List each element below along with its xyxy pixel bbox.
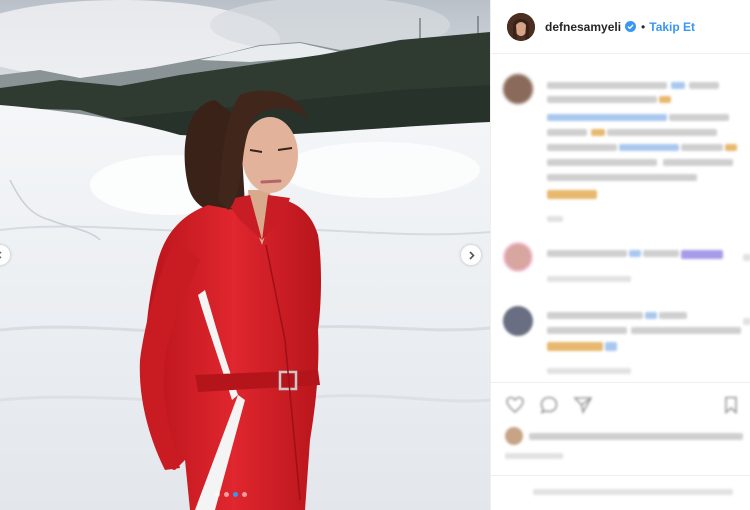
redacted-timestamp — [505, 453, 563, 459]
redacted-text — [663, 159, 733, 166]
redacted-timestamp — [547, 368, 631, 374]
redacted-emoji — [547, 342, 603, 351]
heart-icon[interactable] — [505, 395, 525, 415]
redacted-text — [547, 174, 697, 181]
snow-landscape-image — [0, 0, 490, 510]
redacted-username — [547, 312, 643, 319]
header-separator: • — [641, 19, 646, 34]
share-icon[interactable] — [573, 395, 593, 415]
commenter-avatar[interactable] — [503, 306, 533, 336]
redacted-emoji — [605, 342, 617, 351]
redacted-text — [669, 114, 729, 121]
redacted-text — [659, 312, 687, 319]
redacted-username — [547, 82, 667, 89]
chevron-right-icon — [468, 250, 475, 260]
chevron-left-icon — [0, 251, 2, 259]
post-photo[interactable] — [0, 0, 490, 510]
redacted-emoji — [725, 144, 737, 151]
carousel-dot — [215, 492, 220, 497]
redacted-text — [643, 250, 679, 257]
carousel-indicator — [215, 492, 247, 497]
redacted-text — [645, 312, 657, 319]
redacted-emoji — [681, 250, 723, 259]
carousel-dot — [233, 492, 238, 497]
redacted-text — [547, 144, 617, 151]
commenter-avatar[interactable] — [503, 242, 533, 272]
comment-icon[interactable] — [539, 395, 559, 415]
profile-photo-image — [507, 12, 535, 41]
redacted-text — [547, 327, 627, 334]
follow-button[interactable]: Takip Et — [649, 20, 695, 34]
redacted-text — [547, 96, 657, 103]
verified-badge-icon — [625, 21, 637, 32]
comment-item — [503, 74, 748, 234]
username-link[interactable]: defnesamyeli — [545, 20, 621, 34]
post-header: defnesamyeli • Takip Et — [491, 0, 750, 54]
redacted-emoji — [659, 96, 671, 103]
post-side-panel: defnesamyeli • Takip Et — [490, 0, 750, 510]
redacted-text — [671, 82, 685, 89]
redacted-timestamp — [547, 276, 631, 282]
divider — [491, 475, 750, 476]
redacted-text — [547, 159, 657, 166]
commenter-avatar[interactable] — [503, 74, 533, 104]
redacted-hashtags — [547, 114, 667, 121]
redacted-text — [547, 129, 587, 136]
redacted-text — [631, 327, 741, 334]
redacted-username — [547, 250, 627, 257]
post-actions — [491, 382, 750, 510]
redacted-text — [689, 82, 719, 89]
redacted-emoji — [547, 190, 597, 199]
redacted-text — [629, 250, 641, 257]
carousel-dot — [242, 492, 247, 497]
like-comment-icon[interactable] — [743, 318, 750, 325]
redacted-text — [681, 144, 723, 151]
redacted-emoji — [591, 129, 605, 136]
liker-avatar[interactable] — [505, 427, 523, 445]
carousel-dot — [224, 492, 229, 497]
redacted-timestamp — [547, 216, 563, 222]
redacted-text — [607, 129, 717, 136]
like-comment-icon[interactable] — [743, 254, 750, 261]
next-slide-button[interactable] — [461, 245, 481, 265]
comment-item — [503, 306, 750, 378]
redacted-login-prompt — [533, 489, 733, 495]
redacted-likes-text — [529, 433, 743, 440]
redacted-hashtags — [619, 144, 679, 151]
bookmark-icon[interactable] — [721, 395, 741, 415]
avatar[interactable] — [507, 12, 535, 41]
comment-item — [503, 242, 750, 292]
